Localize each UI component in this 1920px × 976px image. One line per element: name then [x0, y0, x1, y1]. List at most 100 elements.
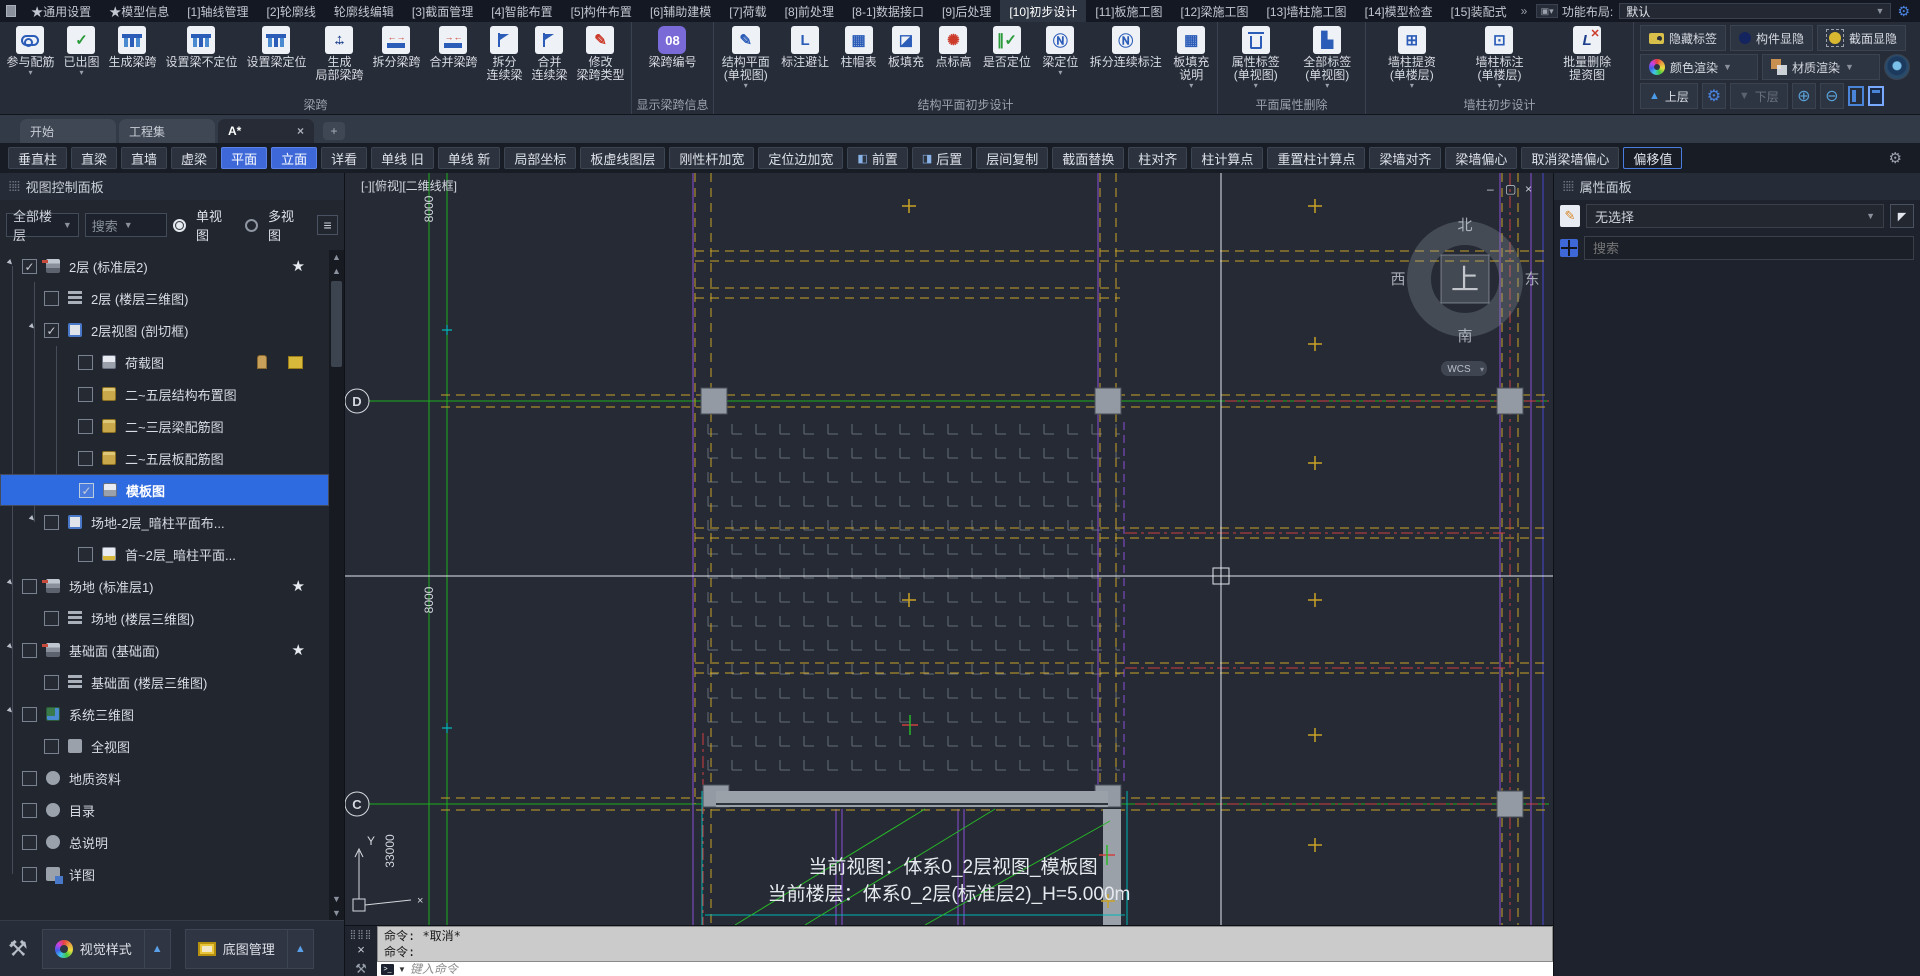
- column-align-button[interactable]: 柱对齐: [1128, 147, 1188, 169]
- generate-beam-span-button[interactable]: 生成梁跨: [105, 25, 159, 98]
- tree-item-formwork[interactable]: ▸模板图: [0, 474, 329, 506]
- base-map-button[interactable]: 底图管理 ▲: [184, 928, 314, 969]
- checkbox[interactable]: [44, 514, 59, 530]
- menu-item-outline-edit[interactable]: 轮廓线编辑: [325, 0, 403, 23]
- scroll-down-icon[interactable]: ▼: [332, 892, 341, 906]
- door-icon[interactable]: [257, 355, 267, 369]
- all-label-delete-button[interactable]: ▙ 全部标签 (单视图) ▾: [1300, 25, 1354, 98]
- checkbox[interactable]: [22, 578, 37, 594]
- menu-item-data-interface[interactable]: [8-1]数据接口: [843, 0, 933, 23]
- category-grid-icon[interactable]: [1560, 239, 1578, 257]
- hide-labels-button[interactable]: 隐藏标签: [1640, 25, 1727, 51]
- split-beam-span-button[interactable]: ←→ 拆分梁跨: [369, 25, 423, 98]
- attr-label-delete-button[interactable]: 属性标签 (单视图) ▾: [1229, 25, 1283, 98]
- wall-col-annotate-button[interactable]: ⊡ 墙柱标注 (单楼层) ▾: [1472, 25, 1526, 98]
- command-input[interactable]: [409, 962, 1549, 976]
- scrollbar-thumb[interactable]: [331, 281, 342, 367]
- tools-icon[interactable]: ⚒: [8, 936, 28, 962]
- select-element-icon[interactable]: ◤: [1890, 204, 1914, 228]
- menu-item-wall-col-drawing[interactable]: [13]墙柱施工图: [1258, 0, 1356, 23]
- beam-locate-button[interactable]: Ⓝ 梁定位 ▾: [1039, 25, 1081, 98]
- checkbox[interactable]: [79, 482, 94, 498]
- merge-continuous-beam-button[interactable]: 合并 连续梁: [528, 25, 570, 98]
- single-view-radio[interactable]: [173, 218, 187, 232]
- checkbox[interactable]: [44, 290, 59, 306]
- favorite-star-icon[interactable]: ★: [292, 257, 305, 275]
- section-replace-button[interactable]: 截面替换: [1052, 147, 1125, 169]
- checkbox[interactable]: [22, 866, 37, 882]
- menu-item-slab-drawing[interactable]: [11]板施工图: [1086, 0, 1171, 23]
- column-cap-table-button[interactable]: ▦ 柱帽表: [838, 25, 880, 98]
- checkbox[interactable]: [44, 322, 59, 338]
- tree-item-load-diagram[interactable]: ▸荷载图: [0, 346, 329, 378]
- checkbox[interactable]: [78, 450, 93, 466]
- checkbox[interactable]: [22, 706, 37, 722]
- command-tools-icon[interactable]: ⚒: [355, 961, 367, 976]
- detail-view-button[interactable]: 详看: [321, 147, 368, 169]
- point-elevation-button[interactable]: ✺ 点标高: [932, 25, 974, 98]
- checkbox[interactable]: [78, 418, 93, 434]
- tree-item-floor2-view[interactable]: ▸2层视图 (剖切框): [0, 314, 329, 346]
- locate-edge-widen-button[interactable]: 定位边加宽: [758, 147, 844, 169]
- page-pencil-icon[interactable]: ✎: [1560, 205, 1580, 227]
- menu-item-preprocess[interactable]: [8]前处理: [776, 0, 843, 23]
- tree-item-site-3d[interactable]: ▸场地 (楼层三维图): [0, 602, 329, 634]
- tree-menu-icon[interactable]: ≡: [317, 215, 339, 235]
- compass-south[interactable]: 南: [1457, 328, 1472, 345]
- beam-span-number-button[interactable]: 08 梁跨编号: [645, 25, 699, 98]
- offset-value-button[interactable]: 偏移值: [1623, 147, 1683, 169]
- layout-select[interactable]: 默认 ▼: [1619, 3, 1892, 19]
- tree-item-full-view[interactable]: ▸全视图: [0, 730, 329, 762]
- tree-search-select[interactable]: 搜索 ▼: [84, 213, 168, 237]
- up-arrow-icon[interactable]: ▲: [143, 929, 170, 968]
- menu-item-smart-layout[interactable]: [4]智能布置: [482, 0, 561, 23]
- checkbox[interactable]: [78, 546, 93, 562]
- command-history[interactable]: 命令: *取消* 命令:: [377, 926, 1553, 962]
- straight-wall-button[interactable]: 直墙: [121, 147, 168, 169]
- split-continuous-beam-button[interactable]: 拆分 连续梁: [483, 25, 525, 98]
- single-line-old-button[interactable]: 单线 旧: [371, 147, 434, 169]
- annotation-avoid-button[interactable]: L 标注避让: [778, 25, 832, 98]
- beam-wall-offset-button[interactable]: 梁墙偏心: [1445, 147, 1518, 169]
- tree-item-details[interactable]: ▸详图: [0, 858, 329, 890]
- wcs-indicator[interactable]: WCS ▾: [1441, 361, 1487, 376]
- menu-item-section-mgr[interactable]: [3]截面管理: [403, 0, 482, 23]
- close-icon[interactable]: ×: [1525, 182, 1532, 196]
- modify-span-type-button[interactable]: ✎ 修改 梁跨类型: [573, 25, 627, 98]
- menu-item-axis[interactable]: [1]轴线管理: [178, 0, 257, 23]
- expander-icon[interactable]: ▸: [26, 512, 45, 531]
- command-grip-icon[interactable]: ⣿⣿⣿: [350, 929, 373, 940]
- send-back-button[interactable]: ◨ 后置: [911, 147, 973, 169]
- tree-item-site[interactable]: ▸ 场地 (标准层1) ★: [0, 570, 329, 602]
- checkbox[interactable]: [78, 386, 93, 402]
- properties-panel-toggle-icon[interactable]: [1867, 86, 1884, 106]
- slab-dashed-layer-button[interactable]: 板虚线图层: [580, 147, 666, 169]
- menu-item-outline[interactable]: [2]轮廓线: [258, 0, 325, 23]
- multi-view-radio[interactable]: [245, 218, 259, 232]
- structural-plan-button[interactable]: ✎ 结构平面 (单视图) ▾: [719, 25, 773, 98]
- expander-icon[interactable]: ▸: [4, 704, 23, 723]
- expander-icon[interactable]: ▸: [4, 640, 23, 659]
- tab-project-set[interactable]: 工程集: [119, 119, 215, 143]
- tree-scrollbar[interactable]: ▲ ▲ ▼ ▼: [329, 250, 344, 920]
- wall-col-submit-button[interactable]: ⊞ 墙柱提资 (单楼层) ▾: [1385, 25, 1439, 98]
- render-mode-icon[interactable]: [1884, 54, 1910, 80]
- cad-canvas[interactable]: D C 8000 8000 33000 [-][俯视][二维线框] – ▢ ×: [344, 173, 1553, 926]
- checkbox[interactable]: [44, 610, 59, 626]
- copy-between-floors-button[interactable]: 层间复制: [976, 147, 1049, 169]
- set-beam-located-button[interactable]: 设置梁定位: [243, 25, 309, 98]
- window-switch-icon[interactable]: ▣▾: [1536, 4, 1558, 18]
- floor-filter-select[interactable]: 全部楼层 ▼: [6, 209, 79, 243]
- compass-east[interactable]: 东: [1524, 271, 1539, 288]
- tab-start[interactable]: 开始: [20, 119, 116, 143]
- scroll-up-icon[interactable]: ▲: [332, 264, 341, 278]
- tree-item-slab-rebar[interactable]: ▸二~五层板配筋图: [0, 442, 329, 474]
- expander-icon[interactable]: ▸: [4, 256, 23, 275]
- checkbox[interactable]: [22, 834, 37, 850]
- compass-west[interactable]: 西: [1390, 271, 1405, 288]
- yellow-panel-icon[interactable]: [288, 355, 303, 369]
- plan-view-button[interactable]: 平面: [221, 147, 268, 169]
- favorite-star-icon[interactable]: ★: [292, 577, 305, 595]
- minimize-icon[interactable]: –: [1487, 182, 1494, 196]
- tab-model-a[interactable]: A* ×: [218, 119, 314, 143]
